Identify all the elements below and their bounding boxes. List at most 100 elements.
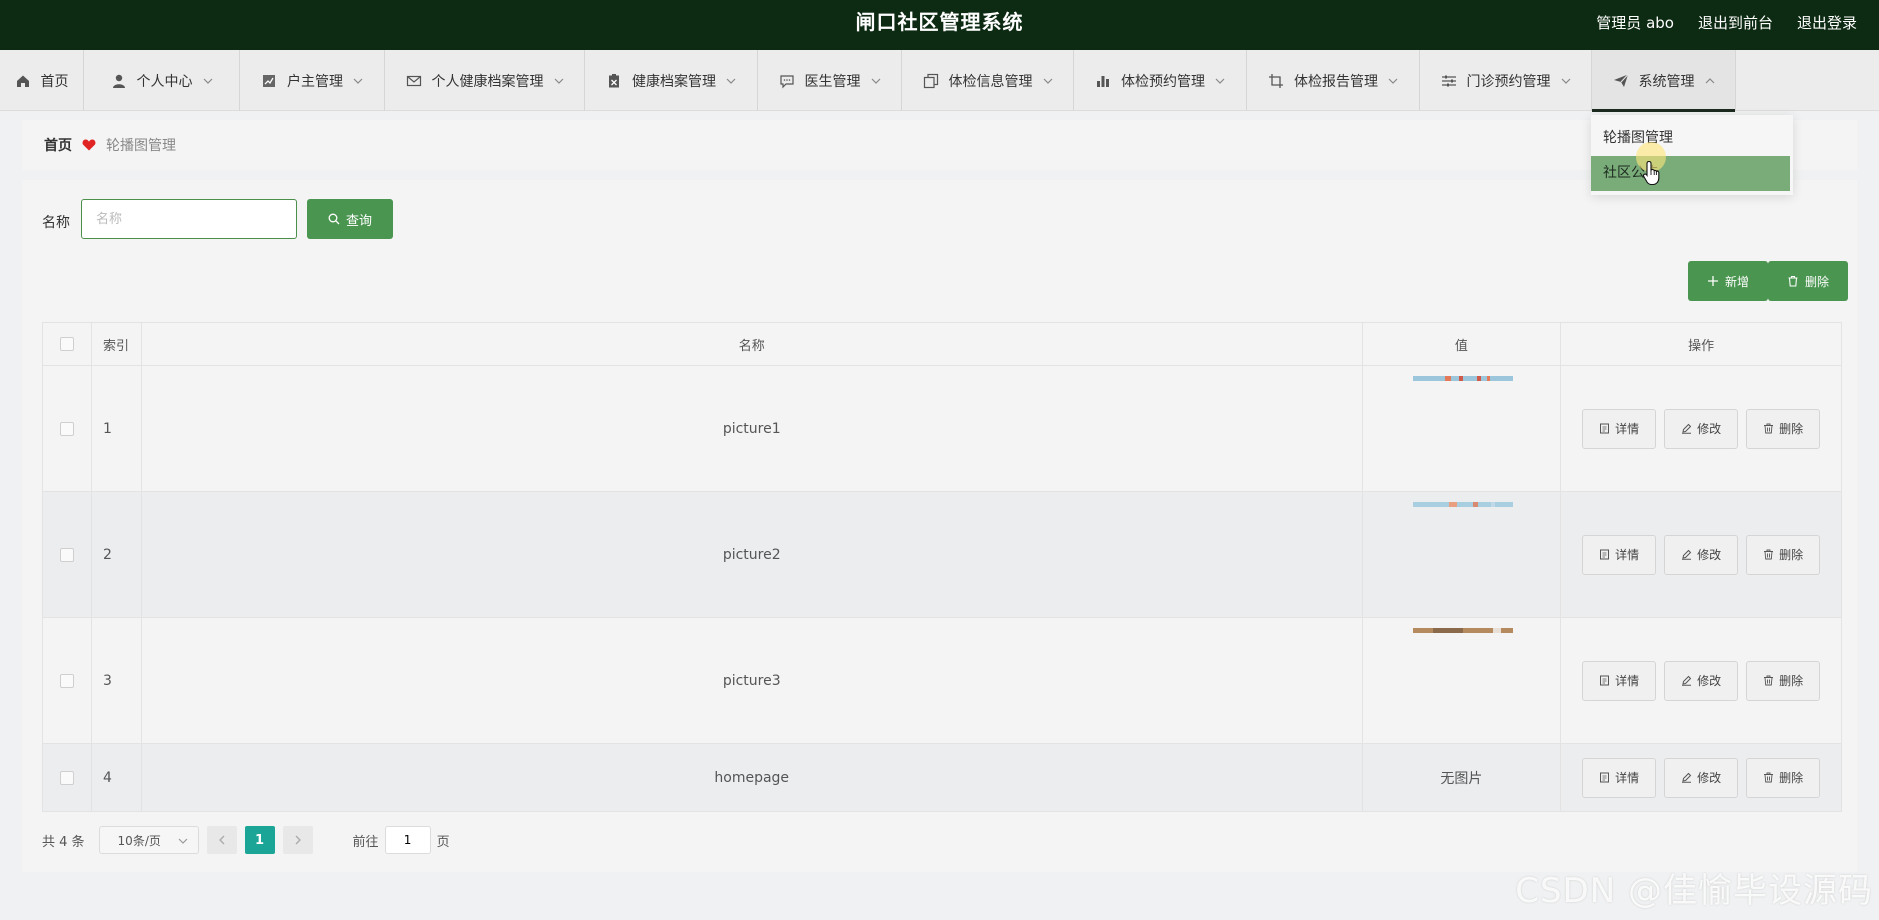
pagination: 共 4 条 10条/页 1 前往 页 [42, 826, 450, 854]
delete-label: 删除 [1779, 771, 1804, 785]
nav-item-exam-report[interactable]: 体检报告管理 [1247, 50, 1420, 111]
delete-button[interactable]: 删除 [1746, 757, 1821, 798]
detail-label: 详情 [1615, 548, 1640, 562]
row-ops: 详情 修改 删除 [1561, 618, 1841, 743]
row-checkbox[interactable] [59, 421, 74, 436]
table-row: 2 picture2 详情 修改 删除 [43, 492, 1841, 618]
mail-icon [406, 73, 422, 89]
prev-page-button[interactable] [206, 826, 237, 854]
detail-label: 详情 [1615, 771, 1640, 785]
chevron-down-icon [353, 76, 363, 86]
nav-item-exam-appointment[interactable]: 体检预约管理 [1074, 50, 1247, 111]
page-number-active[interactable]: 1 [244, 826, 275, 854]
row-checkbox[interactable] [59, 547, 74, 562]
nav-item-label: 个人健康档案管理 [431, 73, 544, 90]
main-panel: 名称 查询 新增 删除 索引 名称 值 操作 1 picture1 详情 [22, 180, 1857, 872]
detail-button[interactable]: 详情 [1582, 660, 1657, 701]
table-header-row: 索引 名称 值 操作 [43, 323, 1841, 366]
image-thumbnail[interactable] [1412, 502, 1513, 507]
nav-item-doctor[interactable]: 医生管理 [758, 50, 902, 111]
row-value [1363, 366, 1562, 491]
nav-item-clinic-appointment[interactable]: 门诊预约管理 [1420, 50, 1592, 111]
next-page-button[interactable] [282, 826, 313, 854]
row-value: 无图片 [1363, 744, 1562, 811]
admin-label: 管理员 abo [1596, 13, 1674, 32]
nav-item-label: 门诊预约管理 [1466, 73, 1551, 90]
search-icon [328, 213, 340, 225]
nav-item-system[interactable]: 系统管理 [1592, 50, 1736, 112]
header-name: 名称 [142, 323, 1363, 365]
search-label: 名称 [42, 215, 70, 231]
delete-button[interactable]: 删除 [1746, 660, 1821, 701]
edit-button[interactable]: 修改 [1664, 757, 1739, 798]
detail-button[interactable]: 详情 [1582, 757, 1657, 798]
row-checkbox[interactable] [59, 673, 74, 688]
row-checkbox-cell [43, 492, 92, 617]
detail-button[interactable]: 详情 [1582, 408, 1657, 449]
copy-icon [923, 73, 939, 89]
edit-icon [1681, 423, 1692, 434]
row-checkbox-cell [43, 618, 92, 743]
delete-button[interactable]: 删除 [1746, 408, 1821, 449]
nav-item-label: 系统管理 [1638, 73, 1695, 90]
logout-link[interactable]: 退出登录 [1797, 12, 1857, 33]
breadcrumb-home[interactable]: 首页 [44, 135, 72, 155]
header-value: 值 [1363, 323, 1562, 365]
edit-icon [1681, 675, 1692, 686]
nav-item-exam-info[interactable]: 体检信息管理 [902, 50, 1074, 111]
dropdown-item-carousel[interactable]: 轮播图管理 [1591, 121, 1793, 156]
goto-prefix: 前往 [352, 834, 379, 850]
row-ops: 详情 修改 删除 [1561, 744, 1841, 811]
edit-label: 修改 [1697, 771, 1722, 785]
row-checkbox[interactable] [59, 770, 74, 785]
bar-chart-icon [1095, 73, 1111, 89]
image-thumbnail[interactable] [1412, 628, 1513, 633]
delete-label: 删除 [1779, 548, 1804, 562]
row-value [1363, 618, 1562, 743]
chevron-down-icon [203, 76, 213, 86]
goto-suffix: 页 [436, 834, 450, 850]
row-name: picture3 [142, 618, 1363, 743]
detail-button[interactable]: 详情 [1582, 534, 1657, 575]
add-button-label: 新增 [1724, 274, 1749, 289]
image-thumbnail[interactable] [1412, 376, 1513, 381]
select-all-checkbox[interactable] [59, 337, 74, 351]
top-header: 闸口社区管理系统 管理员 abo 退出到前台 退出登录 [0, 0, 1879, 50]
nav-item-label: 个人中心 [136, 73, 193, 90]
table-row: 3 picture3 详情 修改 删除 [43, 618, 1841, 744]
watermark: CSDN @佳愉毕设源码 [1515, 871, 1873, 911]
dropdown-item-announcement[interactable]: 社区公告 [1591, 156, 1790, 191]
top-links: 管理员 abo 退出到前台 退出登录 [1572, 0, 1857, 44]
chat-icon [779, 73, 795, 89]
nav-item-householder[interactable]: 户主管理 [240, 50, 385, 111]
trash-icon [1763, 423, 1774, 434]
edit-button[interactable]: 修改 [1664, 534, 1739, 575]
row-name: picture1 [142, 366, 1363, 491]
row-index: 2 [92, 492, 142, 617]
chevron-down-icon [1561, 76, 1571, 86]
search-input[interactable] [81, 199, 297, 239]
to-front-link[interactable]: 退出到前台 [1698, 12, 1773, 33]
nav-item-personal-center[interactable]: 个人中心 [84, 50, 240, 111]
row-checkbox-cell [43, 366, 92, 491]
row-index: 3 [92, 618, 142, 743]
query-button[interactable]: 查询 [307, 199, 393, 239]
page-size-select[interactable]: 10条/页 [98, 826, 199, 854]
goto-page-input[interactable] [384, 826, 431, 854]
add-button[interactable]: 新增 [1688, 261, 1768, 301]
delete-button[interactable]: 删除 [1746, 534, 1821, 575]
row-value [1363, 492, 1562, 617]
nav-item-label: 体检信息管理 [948, 73, 1033, 90]
row-name: picture2 [142, 492, 1363, 617]
nav-item-health-file[interactable]: 健康档案管理 [585, 50, 758, 111]
nav-item-personal-health-file[interactable]: 个人健康档案管理 [385, 50, 585, 111]
edit-button[interactable]: 修改 [1664, 660, 1739, 701]
nav-item-label: 体检预约管理 [1121, 73, 1205, 90]
home-icon [15, 73, 31, 89]
edit-button[interactable]: 修改 [1664, 408, 1739, 449]
nav-item-home[interactable]: 首页 [0, 50, 84, 111]
batch-delete-button[interactable]: 删除 [1768, 261, 1848, 301]
header-index: 索引 [92, 323, 142, 365]
chevron-down-icon [1215, 76, 1225, 86]
trash-icon [1787, 275, 1799, 287]
